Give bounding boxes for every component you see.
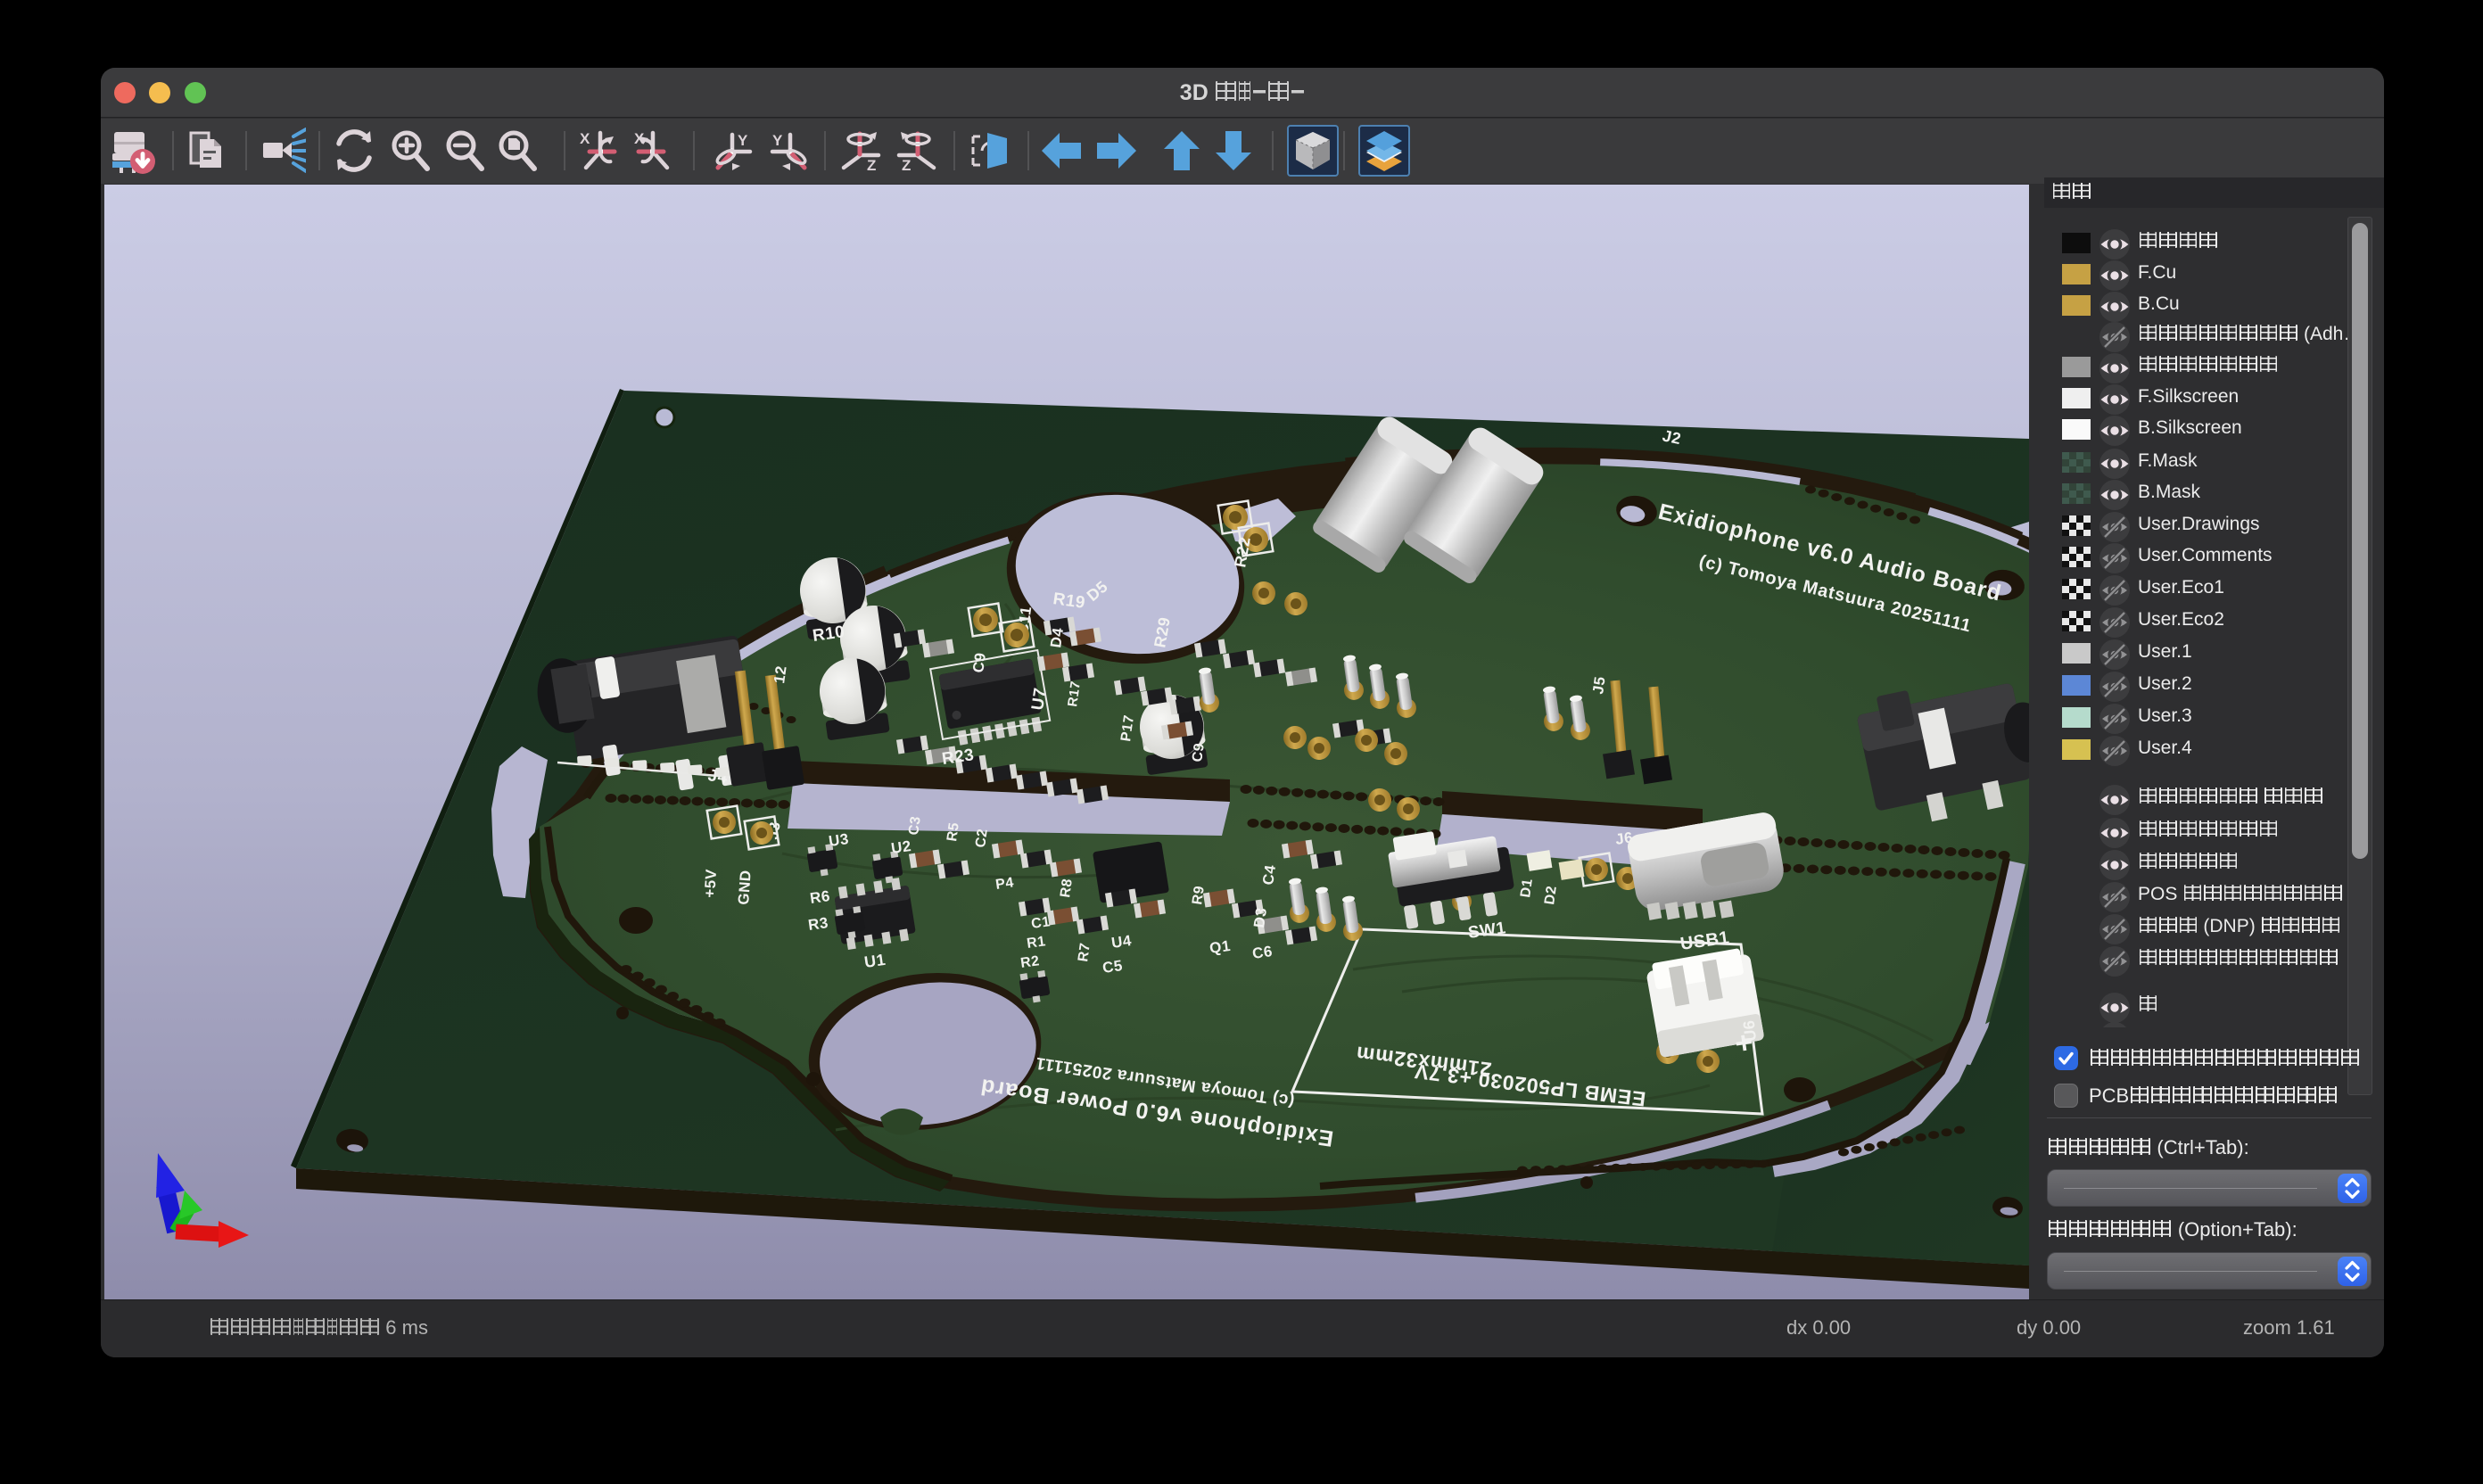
- svg-text:R9: R9: [1190, 885, 1208, 906]
- svg-text:J5: J5: [1589, 675, 1609, 695]
- svg-text:D2: D2: [1542, 885, 1560, 906]
- svg-text:R8: R8: [1058, 878, 1076, 899]
- svg-text:D1: D1: [1518, 878, 1536, 899]
- svg-text:Q1: Q1: [1209, 937, 1232, 957]
- svg-text:Y: Y: [738, 132, 748, 149]
- svg-text:P4: P4: [994, 875, 1015, 893]
- svg-text:U2: U2: [890, 837, 912, 857]
- svg-text:C1: C1: [1030, 914, 1052, 932]
- svg-text:C9: C9: [1190, 742, 1208, 763]
- svg-text:GND: GND: [735, 870, 755, 906]
- svg-text:U4: U4: [1110, 932, 1133, 952]
- svg-text:R7: R7: [1076, 942, 1093, 963]
- svg-text:C6: C6: [1251, 943, 1274, 962]
- svg-text:U1: U1: [863, 951, 887, 971]
- svg-text:D4: D4: [1047, 626, 1067, 648]
- svg-text:C9: C9: [969, 651, 989, 673]
- svg-text:R3: R3: [807, 914, 829, 934]
- svg-text:R2: R2: [1019, 953, 1041, 971]
- svg-text:C5: C5: [1101, 957, 1124, 977]
- svg-text:Z: Z: [902, 157, 911, 174]
- svg-text:D3: D3: [1250, 906, 1270, 928]
- svg-text:12: 12: [771, 664, 790, 684]
- svg-text:+5V: +5V: [701, 869, 720, 899]
- svg-text:R1: R1: [1026, 934, 1047, 952]
- svg-text:J2: J2: [1661, 426, 1683, 448]
- svg-text:Y: Y: [772, 132, 783, 149]
- svg-text:C2: C2: [973, 828, 991, 849]
- svg-text:Z: Z: [867, 157, 876, 174]
- svg-text:X: X: [580, 130, 590, 147]
- svg-text:R6: R6: [809, 887, 831, 907]
- svg-text:C4: C4: [1259, 863, 1279, 886]
- svg-text:R5: R5: [945, 821, 962, 843]
- svg-text:U3: U3: [828, 830, 850, 850]
- svg-text:C3: C3: [906, 815, 924, 837]
